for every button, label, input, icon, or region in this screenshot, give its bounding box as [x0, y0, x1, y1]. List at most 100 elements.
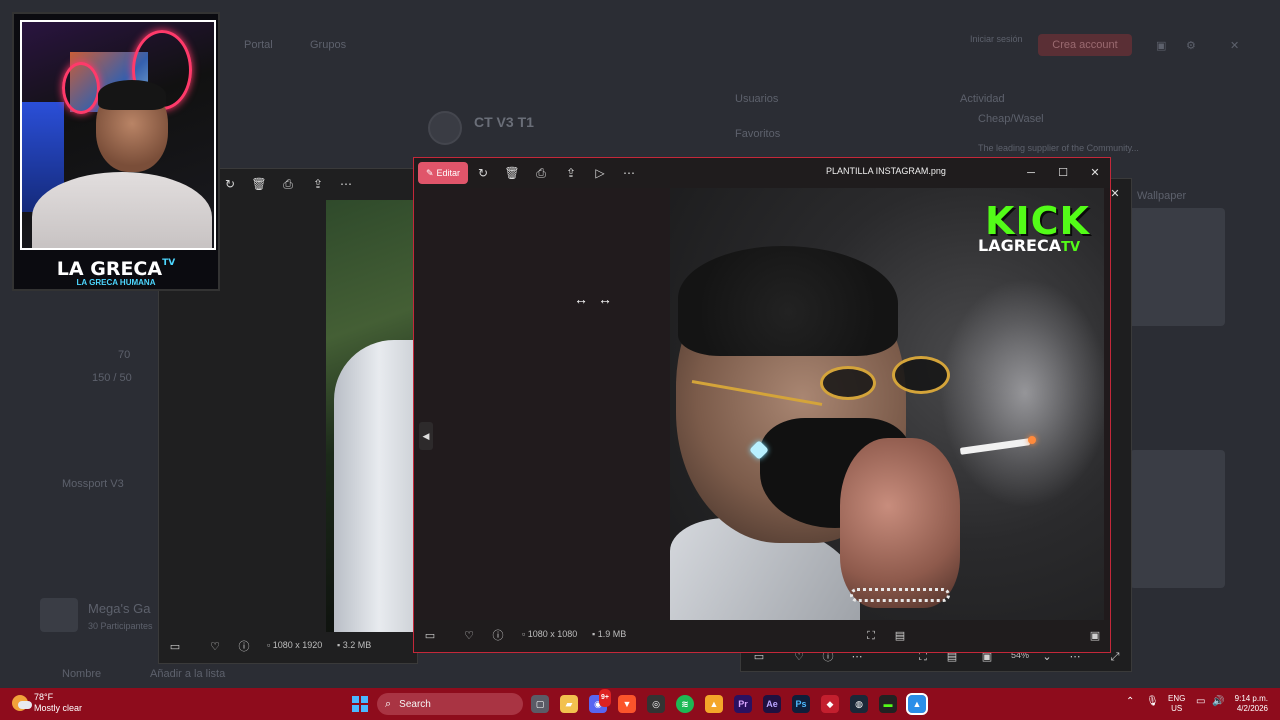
group-logo — [428, 111, 462, 145]
discord-icon[interactable]: ◉ 9+ — [589, 689, 611, 713]
image-dimensions: ▫ 1080 x 1080 — [522, 629, 578, 639]
viewer-empty-area[interactable]: ◀ ↔ ↔ — [414, 188, 670, 622]
bottom-button-2[interactable]: Añadir a la lista — [150, 668, 225, 680]
post-title[interactable]: Mega's Ga — [88, 601, 150, 616]
section-title: Mossport V3 — [62, 478, 124, 490]
close-page-icon[interactable]: ✕ — [1230, 39, 1239, 52]
webcam-feed — [20, 20, 216, 250]
info-icon[interactable]: ⓘ — [490, 628, 506, 644]
weather-temperature: 78°F — [34, 692, 54, 702]
file-explorer-icon[interactable]: ▰ — [560, 695, 578, 713]
edit-label: Editar — [436, 168, 461, 178]
nav-grupos[interactable]: Grupos — [310, 39, 346, 51]
edit-button[interactable]: ✎ Editar — [418, 162, 468, 184]
glasses-lens — [892, 356, 950, 394]
steam-icon[interactable]: ◍ — [850, 695, 868, 713]
rotate-icon[interactable]: ↻ — [221, 175, 239, 193]
cart-icon[interactable]: ▣ — [1156, 39, 1166, 52]
weather-icon — [12, 695, 32, 711]
stat-posts: 150 / 50 — [92, 372, 132, 384]
image-size: ▪ 1.9 MB — [592, 629, 627, 639]
hair — [678, 246, 898, 356]
print-icon[interactable]: ⎙ — [532, 164, 550, 182]
post-thumbnail[interactable] — [40, 598, 78, 632]
right-text: The leading supplier of the Community... — [978, 143, 1139, 153]
right-link[interactable]: Wallpaper — [1137, 190, 1186, 202]
monitor-icon[interactable]: ▭ — [1196, 696, 1205, 707]
streamer-subtitle: LA GRECA HUMANA — [76, 278, 156, 287]
hand — [840, 438, 960, 608]
print-icon[interactable]: ⎙ — [279, 175, 297, 193]
close-icon[interactable]: ✕ — [1085, 164, 1105, 182]
microphone-icon[interactable]: 🎙 — [1146, 696, 1159, 707]
share-icon[interactable]: ⇪ — [562, 164, 580, 182]
volume-icon[interactable]: 🔊 — [1212, 696, 1224, 707]
post-meta: 30 Participantes — [88, 621, 153, 631]
login-link[interactable]: Iniciar sesión — [970, 34, 1023, 44]
menu-favoritos[interactable]: Favoritos — [735, 128, 780, 140]
minimize-icon[interactable]: ─ — [1021, 164, 1041, 182]
main-photos-window[interactable]: ✎ Editar ↻ 🗑 ⎙ ⇪ ▷ ⋯ PLANTILLA INSTAGRAM… — [413, 157, 1111, 653]
person-body — [32, 172, 212, 248]
premiere-icon[interactable]: Pr — [734, 695, 752, 713]
start-button[interactable] — [352, 696, 368, 712]
side-label: Actividad — [960, 93, 1005, 105]
filmstrip-icon[interactable]: ▭ — [167, 639, 183, 655]
vlc-icon[interactable]: ▲ — [705, 695, 723, 713]
fit-icon[interactable]: ▣ — [1087, 628, 1103, 644]
right-thumbnail-2[interactable] — [1130, 450, 1225, 588]
kick-logo: KICK — [985, 199, 1090, 243]
clock[interactable]: 9:14 p.m. 4/2/2026 — [1228, 694, 1268, 714]
streamer-name: LA GRECATV — [56, 258, 176, 280]
search-label: Search — [399, 698, 431, 710]
chevron-up-icon[interactable]: ⌃ — [1126, 696, 1134, 707]
back-size: ▪ 3.2 MB — [337, 640, 372, 650]
ocr-icon[interactable]: ▤ — [892, 628, 908, 644]
window-title: PLANTILLA INSTAGRAM.png — [826, 166, 946, 176]
obs-icon[interactable]: ◎ — [647, 695, 665, 713]
filmstrip-icon[interactable]: ▭ — [422, 628, 438, 644]
photoshop-icon[interactable]: Ps — [792, 695, 810, 713]
maximize-icon[interactable]: ☐ — [1053, 164, 1073, 182]
glasses-lens — [820, 366, 876, 400]
create-account-button[interactable]: Crea account — [1038, 34, 1132, 56]
channel-logo: LAGRECATV — [978, 236, 1081, 255]
settings-icon[interactable]: ⚙ — [1186, 39, 1196, 52]
right-heading: Cheap/Wasel — [978, 113, 1044, 125]
search-box[interactable]: ⌕ Search — [377, 693, 523, 715]
slideshow-icon[interactable]: ▷ — [591, 164, 609, 182]
after-effects-icon[interactable]: Ae — [763, 695, 781, 713]
nav-portal[interactable]: Portal — [244, 39, 273, 51]
smoke — [940, 278, 1104, 508]
menu-usuarios[interactable]: Usuarios — [735, 93, 778, 105]
photos-app-icon[interactable]: ▲ — [906, 693, 928, 715]
info-icon[interactable]: ⓘ — [236, 639, 252, 655]
person-hair — [98, 80, 166, 110]
cigarette-tip — [1028, 436, 1036, 444]
main-image: KICK LAGRECATV — [670, 188, 1104, 622]
spotify-icon[interactable]: ≋ — [676, 695, 694, 713]
terminal-icon[interactable]: ▬ — [879, 695, 897, 713]
main-titlebar: ✎ Editar ↻ 🗑 ⎙ ⇪ ▷ ⋯ PLANTILLA INSTAGRAM… — [414, 158, 1110, 188]
favorite-icon[interactable]: ♡ — [461, 628, 477, 644]
share-icon[interactable]: ⇪ — [309, 175, 327, 193]
app-icon[interactable]: ◆ — [821, 695, 839, 713]
weather-condition: Mostly clear — [34, 703, 83, 713]
task-view-icon[interactable]: ▢ — [531, 695, 549, 713]
brave-icon[interactable]: ▼ — [618, 695, 636, 713]
rotate-icon[interactable]: ↻ — [474, 164, 492, 182]
back-footer: ▭ ♡ ⓘ ▫ 1080 x 1920 ▪ 3.2 MB — [159, 631, 417, 663]
previous-arrow-icon[interactable]: ◀ — [419, 422, 433, 450]
group-title: CT V3 T1 — [474, 114, 534, 130]
more-icon[interactable]: ⋯ — [337, 175, 355, 193]
delete-icon[interactable]: 🗑 — [503, 164, 521, 182]
resize-cursor-icon: ↔ — [598, 291, 612, 307]
delete-icon[interactable]: 🗑 — [250, 175, 268, 193]
more-icon[interactable]: ⋯ — [620, 164, 638, 182]
language-indicator[interactable]: ENG US — [1168, 694, 1185, 714]
bottom-button-1[interactable]: Nombre — [62, 668, 101, 680]
weather-widget[interactable]: 78°F Mostly clear — [12, 692, 82, 714]
crop-icon[interactable]: ⛶ — [863, 628, 879, 644]
search-icon: ⌕ — [385, 697, 392, 710]
favorite-icon[interactable]: ♡ — [207, 639, 223, 655]
